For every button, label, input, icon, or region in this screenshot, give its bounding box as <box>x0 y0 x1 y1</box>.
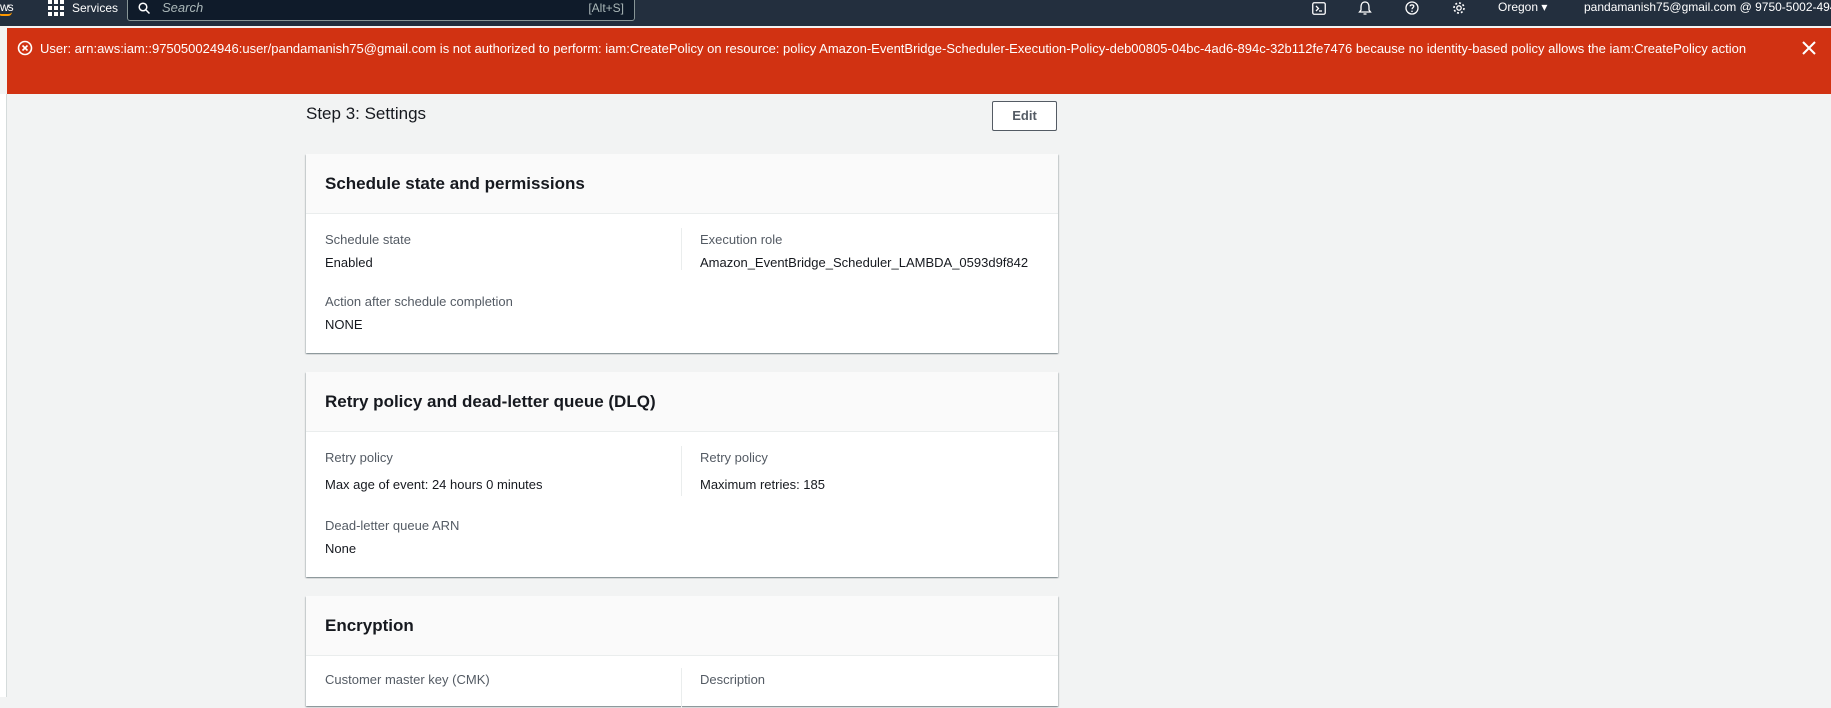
page-title: Step 3: Settings <box>306 104 427 123</box>
error-message: User: arn:aws:iam::975050024946:user/pan… <box>40 41 1747 56</box>
field-value: Amazon_EventBridge_Scheduler_LAMBDA_0593… <box>700 255 1029 270</box>
search-input[interactable]: Search [Alt+S] <box>127 0 635 21</box>
services-menu-button[interactable]: Services <box>48 0 118 16</box>
field-label: Retry policy <box>700 450 768 465</box>
column-divider <box>681 668 682 708</box>
search-placeholder: Search <box>162 0 204 15</box>
cmk-field: Customer master key (CMK) <box>325 672 490 687</box>
aws-logo[interactable]: ws <box>0 0 14 16</box>
action-after-completion-field: Action after schedule completion NONE <box>325 294 513 332</box>
edit-button[interactable]: Edit <box>992 101 1057 131</box>
field-value: NONE <box>325 317 363 332</box>
card-title: Encryption <box>306 596 1058 656</box>
description-field: Description <box>700 672 765 687</box>
services-label: Services <box>72 1 119 15</box>
account-menu[interactable]: pandamanish75@gmail.com @ 9750-5002-494 <box>1584 0 1831 14</box>
region-selector[interactable]: Oregon ▾ <box>1498 0 1547 14</box>
retry-policy-age-field: Retry policy Max age of event: 24 hours … <box>325 450 543 492</box>
help-icon[interactable] <box>1403 0 1421 16</box>
field-label: Action after schedule completion <box>325 294 513 309</box>
field-value: None <box>325 541 357 556</box>
field-label: Schedule state <box>325 232 412 247</box>
field-value: Enabled <box>325 255 373 270</box>
column-divider <box>681 228 682 270</box>
top-nav-bar: ws Services Search [Alt+S] Oregon ▾ pand… <box>0 0 1831 26</box>
field-label: Retry policy <box>325 450 393 465</box>
side-navigation-collapsed <box>0 94 7 697</box>
grid-icon <box>48 0 64 16</box>
execution-role-field: Execution role Amazon_EventBridge_Schedu… <box>700 232 1028 270</box>
card-title: Retry policy and dead-letter queue (DLQ) <box>306 372 1058 432</box>
card-title: Schedule state and permissions <box>306 154 1058 214</box>
retry-policy-attempts-field: Retry policy Maximum retries: 185 <box>700 450 825 492</box>
field-value: Max age of event: 24 hours 0 minutes <box>325 477 543 492</box>
field-label: Dead-letter queue ARN <box>325 518 460 533</box>
field-label: Execution role <box>700 232 783 247</box>
settings-gear-icon[interactable] <box>1450 0 1468 16</box>
retry-policy-card: Retry policy and dead-letter queue (DLQ)… <box>306 372 1058 577</box>
schedule-state-card: Schedule state and permissions Schedule … <box>306 154 1058 353</box>
field-label: Customer master key (CMK) <box>325 672 490 687</box>
close-icon[interactable] <box>1801 40 1817 56</box>
search-icon <box>138 2 150 14</box>
dlq-arn-field: Dead-letter queue ARN None <box>325 518 459 556</box>
notifications-bell-icon[interactable] <box>1356 0 1374 16</box>
field-value: Maximum retries: 185 <box>700 477 825 492</box>
search-shortcut-hint: [Alt+S] <box>588 1 624 15</box>
error-icon <box>17 40 33 56</box>
column-divider <box>681 446 682 496</box>
cloudshell-icon[interactable] <box>1310 0 1328 16</box>
field-label: Description <box>700 672 766 687</box>
encryption-card: Encryption Customer master key (CMK) Des… <box>306 596 1058 708</box>
schedule-state-field: Schedule state Enabled <box>325 232 411 270</box>
error-flashbar: User: arn:aws:iam::975050024946:user/pan… <box>7 28 1831 94</box>
